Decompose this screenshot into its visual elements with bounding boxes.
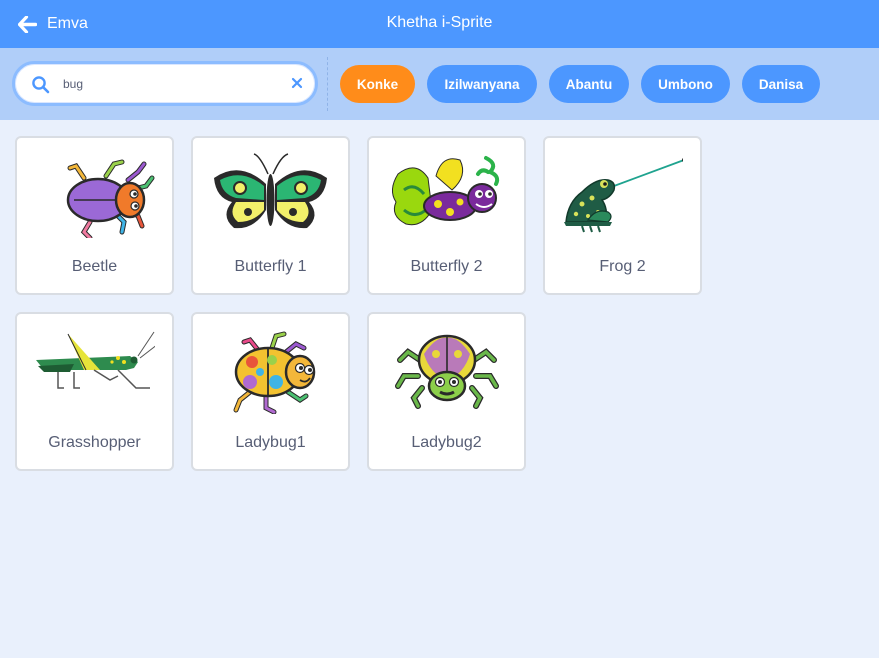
search-box [12,61,318,106]
sprite-name: Butterfly 2 [410,258,483,275]
butterfly-icon [392,156,500,226]
page-title: Khetha i-Sprite [386,14,493,31]
tag-umbono[interactable]: Umbono [641,65,730,103]
sprite-card-frog-2[interactable]: Frog 2 [543,136,702,295]
sprite-card-ladybug2[interactable]: Ladybug2 [367,312,526,471]
tag-izilwanyana[interactable]: Izilwanyana [427,65,537,103]
sprite-name: Frog 2 [599,258,646,275]
tag-konke[interactable]: Konke [340,65,415,103]
tag-abantu[interactable]: Abantu [549,65,629,103]
sprite-name: Butterfly 1 [234,258,307,275]
sprite-card-beetle[interactable]: Beetle [15,136,174,295]
search-icon [32,76,50,94]
frog-icon [564,158,683,233]
filter-bar: Konke Izilwanyana Abantu Umbono Danisa [0,48,879,120]
header: Emva Khetha i-Sprite [0,0,879,48]
sprite-card-grasshopper[interactable]: Grasshopper [15,312,174,471]
search-input[interactable] [63,74,273,94]
divider [327,57,328,111]
sprite-card-ladybug1[interactable]: Ladybug1 [191,312,350,471]
ladybug-icon [395,334,499,409]
butterfly-icon [214,153,327,229]
sprite-name: Ladybug1 [235,434,306,451]
grasshopper-icon [36,331,155,389]
tag-danisa[interactable]: Danisa [742,65,820,103]
ladybug-icon [233,331,316,414]
sprite-card-butterfly-1[interactable]: Butterfly 1 [191,136,350,295]
sprite-name: Beetle [71,258,118,275]
sprite-name: Grasshopper [48,434,141,451]
close-icon[interactable] [289,75,305,91]
sprite-card-butterfly-2[interactable]: Butterfly 2 [367,136,526,295]
beetle-icon [66,159,155,238]
sprite-name: Ladybug2 [411,434,482,451]
